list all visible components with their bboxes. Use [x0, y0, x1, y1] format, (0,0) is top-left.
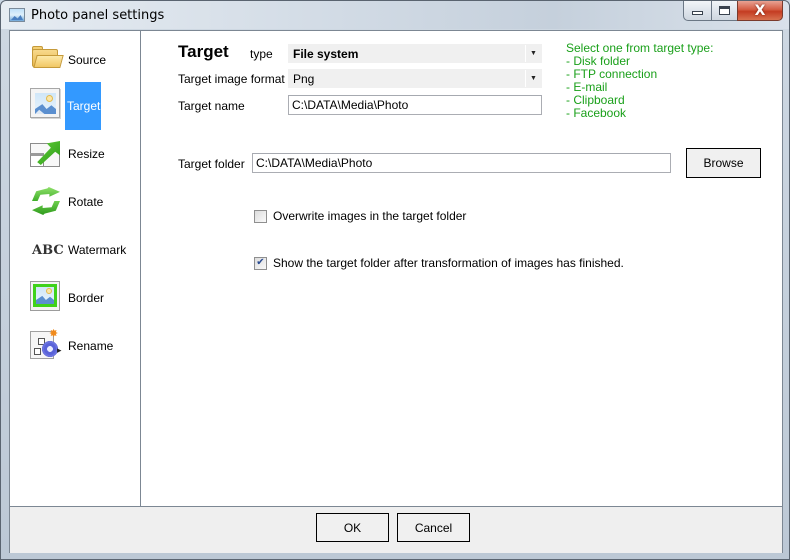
minimize-button[interactable] — [683, 1, 711, 21]
show-folder-label: Show the target folder after transformat… — [273, 256, 624, 270]
overwrite-label: Overwrite images in the target folder — [273, 209, 467, 223]
image-format-value: Png — [293, 71, 315, 86]
sidebar: Source Target Resize Rotate ABC Watermar… — [10, 31, 141, 507]
window-title: Photo panel settings — [31, 8, 165, 23]
sidebar-item-rename[interactable]: ✸ ▸ Rename — [10, 323, 141, 371]
sidebar-item-label: Rotate — [68, 195, 104, 209]
sidebar-item-label: Watermark — [68, 243, 127, 257]
ok-button[interactable]: OK — [316, 513, 389, 542]
title-bar[interactable]: Photo panel settings X — [1, 1, 789, 29]
dialog-window: Photo panel settings X Source Target Res… — [0, 0, 790, 560]
picture-icon — [30, 88, 62, 118]
cancel-button[interactable]: Cancel — [397, 513, 470, 542]
browse-button[interactable]: Browse — [686, 148, 761, 178]
resize-icon — [30, 139, 62, 169]
abc-text-icon: ABC — [32, 243, 64, 258]
show-folder-checkbox-row[interactable]: ✔ Show the target folder after transform… — [254, 256, 624, 270]
overwrite-checkbox[interactable] — [254, 209, 267, 223]
sidebar-item-label: Resize — [68, 147, 105, 161]
format-label: Target image format — [178, 72, 285, 86]
dialog-client-area: Source Target Resize Rotate ABC Watermar… — [9, 30, 783, 553]
sidebar-item-rotate[interactable]: Rotate — [10, 179, 141, 227]
sidebar-item-resize[interactable]: Resize — [10, 131, 141, 179]
sidebar-item-source[interactable]: Source — [10, 35, 141, 83]
image-format-select[interactable]: Png ▼ — [288, 69, 542, 88]
overwrite-checkbox-row[interactable]: Overwrite images in the target folder — [254, 209, 466, 223]
main-panel: Target type File system ▼ Target image f… — [141, 31, 782, 507]
hint-item: - Facebook — [566, 106, 627, 120]
close-button[interactable]: X — [737, 1, 783, 21]
show-folder-checkbox[interactable]: ✔ — [254, 256, 267, 270]
rename-icon: ✸ ▸ — [30, 329, 62, 359]
close-icon: X — [754, 2, 766, 19]
sidebar-item-border[interactable]: Border — [10, 275, 141, 323]
folder-icon — [30, 45, 64, 75]
picture-icon — [9, 8, 25, 22]
dialog-footer: OK Cancel — [10, 507, 782, 553]
target-folder-input[interactable]: C:\DATA\Media\Photo — [252, 153, 671, 173]
minimize-icon — [692, 11, 703, 15]
sidebar-item-target[interactable]: Target — [10, 82, 141, 130]
border-icon — [30, 281, 62, 311]
target-type-hint: Select one from target type: - Disk fold… — [566, 42, 713, 120]
type-label: type — [250, 47, 273, 61]
chevron-down-icon: ▼ — [525, 70, 541, 87]
sidebar-item-label: Border — [68, 291, 105, 305]
page-title: Target — [178, 42, 229, 61]
target-type-value: File system — [293, 46, 359, 61]
target-name-input[interactable]: C:\DATA\Media\Photo — [288, 95, 542, 115]
checkmark-icon: ✔ — [256, 257, 265, 268]
maximize-button[interactable] — [711, 1, 737, 21]
sidebar-item-label: Target — [65, 82, 101, 130]
sidebar-item-label: Rename — [68, 339, 114, 353]
rotate-icon — [30, 187, 62, 217]
sidebar-item-watermark[interactable]: ABC Watermark — [10, 227, 141, 275]
target-folder-label: Target folder — [178, 157, 245, 171]
target-name-label: Target name — [178, 99, 245, 113]
target-type-select[interactable]: File system ▼ — [288, 44, 542, 63]
sidebar-item-label: Source — [68, 53, 107, 67]
chevron-down-icon: ▼ — [525, 45, 541, 62]
caption-buttons: X — [683, 1, 783, 21]
maximize-icon — [719, 6, 730, 15]
